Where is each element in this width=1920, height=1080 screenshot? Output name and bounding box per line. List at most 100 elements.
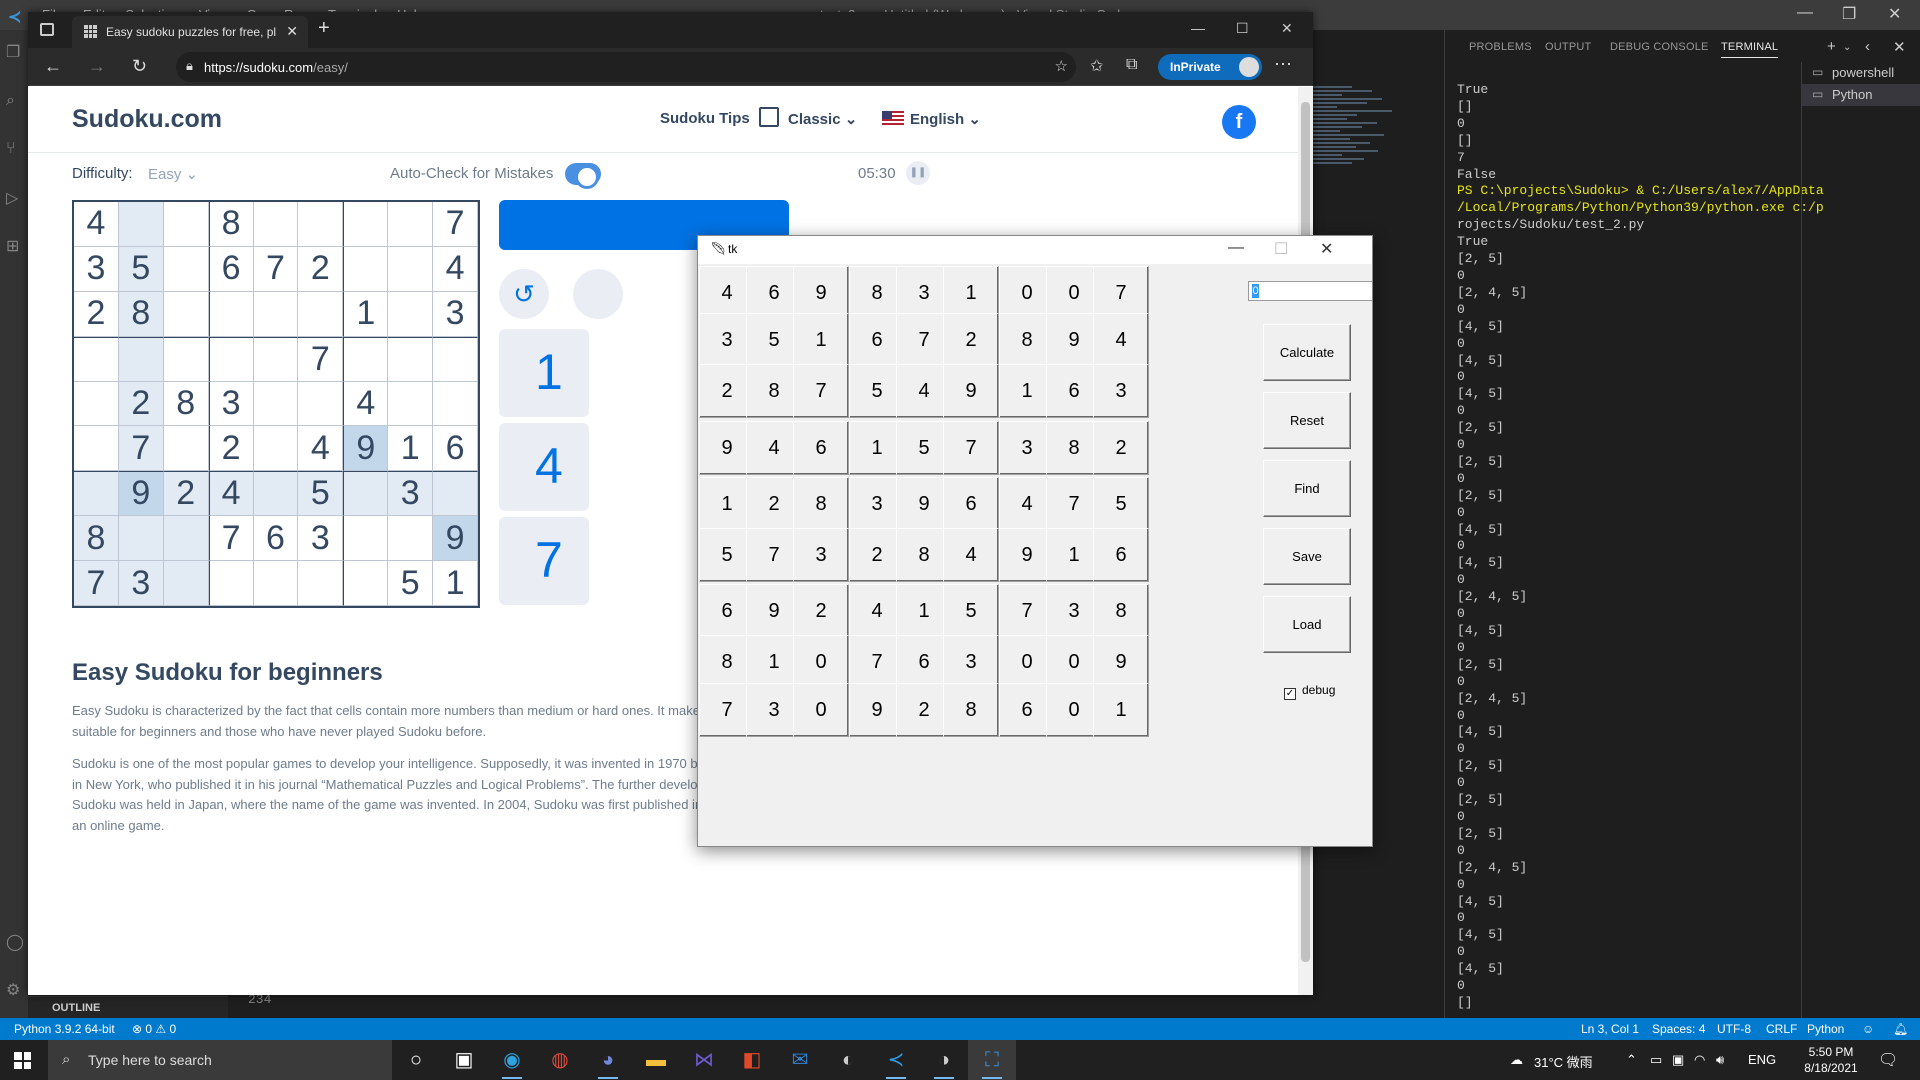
edge-icon[interactable]: ◉ — [488, 1040, 536, 1080]
sudoku-cell[interactable] — [74, 336, 119, 382]
notifications-icon[interactable]: 🗨︎ — [1878, 1050, 1898, 1070]
python-tk-icon[interactable]: ⛶ — [968, 1040, 1016, 1080]
outline-section[interactable]: OUTLINE — [28, 996, 228, 1018]
tk-cell-button[interactable]: 0 — [793, 683, 849, 737]
settings-gear-icon[interactable]: ⚙ — [6, 980, 24, 999]
save-button[interactable]: Save — [1263, 528, 1351, 585]
reset-button[interactable]: Reset — [1263, 392, 1351, 449]
clock[interactable]: 5:50 PM 8/18/2021 — [1796, 1044, 1866, 1076]
sudoku-cell[interactable]: 1 — [343, 291, 389, 337]
weather-icon[interactable]: ☁ — [1510, 1052, 1523, 1068]
sudoku-cell[interactable]: 3 — [118, 561, 164, 606]
sudoku-cell[interactable] — [343, 471, 389, 517]
sudoku-cell[interactable]: 4 — [298, 426, 344, 472]
tk-cell-button[interactable]: 1 — [943, 266, 999, 320]
python-interpreter[interactable]: Python 3.9.2 64-bit — [14, 1022, 115, 1036]
tk-cell-button[interactable]: 2 — [1093, 421, 1149, 475]
new-terminal-icon[interactable]: + — [1827, 38, 1836, 55]
tk-cell-button[interactable]: 3 — [1093, 364, 1149, 418]
account-icon[interactable]: ◯ — [6, 932, 24, 951]
tk-cell-button[interactable]: 9 — [793, 266, 849, 320]
sudoku-cell[interactable] — [388, 246, 434, 292]
sudoku-cell[interactable] — [163, 336, 209, 382]
sudoku-cell[interactable] — [343, 561, 389, 606]
sudoku-cell[interactable]: 8 — [118, 291, 164, 337]
sudoku-cell[interactable]: 3 — [298, 516, 344, 562]
collections-icon[interactable]: ⧉ — [1126, 56, 1137, 74]
sudoku-cell[interactable] — [343, 202, 389, 247]
tk-cell-button[interactable]: 9 — [1093, 635, 1149, 689]
sudoku-cell[interactable]: 2 — [118, 381, 164, 427]
tab-debug-console[interactable]: DEBUG CONSOLE — [1610, 41, 1709, 53]
load-button[interactable]: Load — [1263, 596, 1351, 653]
sudoku-cell[interactable]: 1 — [433, 561, 478, 606]
sudoku-cell[interactable]: 7 — [118, 426, 164, 472]
tk-cell-button[interactable]: 9 — [943, 364, 999, 418]
sudoku-cell[interactable]: 4 — [433, 246, 478, 292]
favorite-star-icon[interactable]: ☆ — [1055, 57, 1068, 75]
debug-checkbox[interactable]: ✓ debug — [1284, 683, 1335, 700]
vscode-icon[interactable]: ≺ — [872, 1040, 920, 1080]
sudoku-cell[interactable] — [253, 471, 299, 517]
close-tab-icon[interactable]: ✕ — [286, 23, 298, 40]
terminal-item-python[interactable]: ▭ Python — [1802, 84, 1920, 106]
close-icon[interactable]: ✕ — [1888, 4, 1901, 24]
cortana-icon[interactable]: ○ — [392, 1040, 440, 1080]
tk-cell-button[interactable]: 7 — [1093, 266, 1149, 320]
sudoku-cell[interactable] — [253, 202, 299, 247]
sudoku-cell[interactable] — [74, 426, 119, 472]
sudoku-cell[interactable] — [433, 336, 478, 382]
sudoku-cell[interactable] — [433, 381, 478, 427]
sudoku-cell[interactable]: 8 — [163, 381, 209, 427]
tk-cell-button[interactable]: 8 — [943, 683, 999, 737]
source-control-icon[interactable]: ⑂ — [6, 140, 24, 158]
sudoku-cell[interactable] — [388, 336, 434, 382]
chevron-up-icon[interactable]: ⌃ — [1626, 1052, 1637, 1068]
tray-app-icon[interactable]: ▭ — [1650, 1052, 1662, 1068]
sudoku-cell[interactable]: 6 — [208, 246, 254, 292]
sudoku-cell[interactable] — [253, 291, 299, 337]
site-logo[interactable]: Sudoku.com — [72, 105, 222, 134]
undo-icon[interactable]: ↺ — [499, 269, 549, 319]
sudoku-cell[interactable] — [163, 516, 209, 562]
wifi-icon[interactable]: ◠ — [1694, 1052, 1705, 1068]
sudoku-cell[interactable] — [74, 471, 119, 517]
sudoku-cell[interactable]: 9 — [433, 516, 478, 562]
sudoku-cell[interactable] — [253, 336, 299, 382]
tk-cell-button[interactable]: 2 — [943, 313, 999, 367]
inprivate-button[interactable]: InPrivate — [1158, 54, 1262, 80]
nav-language[interactable]: English ⌄ — [910, 110, 981, 128]
difficulty-dropdown[interactable]: Easy ⌄ — [148, 165, 198, 183]
tab-actions-icon[interactable] — [40, 23, 54, 36]
sudoku-cell[interactable]: 2 — [163, 471, 209, 517]
steam-icon[interactable]: ◐ — [824, 1040, 872, 1080]
task-view-icon[interactable]: ▣ — [440, 1040, 488, 1080]
sudoku-cell[interactable] — [208, 291, 254, 337]
browser-tab[interactable]: Easy sudoku puzzles for free, pla ✕ — [72, 16, 308, 48]
mail-icon[interactable]: ✉ — [776, 1040, 824, 1080]
sudoku-cell[interactable]: 4 — [74, 202, 119, 247]
nav-classic[interactable]: Classic ⌄ — [788, 110, 857, 128]
explorer-icon[interactable]: ❐ — [6, 42, 24, 61]
sudoku-cell[interactable] — [163, 291, 209, 337]
sudoku-cell[interactable] — [253, 561, 299, 606]
minimize-icon[interactable]: — — [1797, 4, 1813, 22]
erase-icon[interactable] — [573, 269, 623, 319]
sudoku-cell[interactable]: 9 — [343, 426, 389, 472]
sudoku-cell[interactable] — [388, 381, 434, 427]
favorites-icon[interactable]: ✩ — [1090, 56, 1103, 76]
steam-running-icon[interactable]: ◑ — [920, 1040, 968, 1080]
visual-studio-icon[interactable]: ⋈ — [680, 1040, 728, 1080]
file-explorer-icon[interactable]: ▬ — [632, 1040, 680, 1080]
terminal-output[interactable]: True[] 0[] 7 False PS C:\projects\Sudoku> & … — [1457, 82, 1824, 1012]
sudoku-cell[interactable]: 5 — [118, 246, 164, 292]
nav-sudoku-tips[interactable]: Sudoku Tips — [660, 110, 750, 127]
sudoku-cell[interactable] — [253, 426, 299, 472]
tk-cell-button[interactable]: 7 — [943, 421, 999, 475]
tk-cell-button[interactable]: 0 — [793, 635, 849, 689]
sudoku-cell[interactable] — [298, 381, 344, 427]
sudoku-cell[interactable]: 8 — [208, 202, 254, 247]
sudoku-cell[interactable] — [388, 516, 434, 562]
sudoku-cell[interactable] — [298, 561, 344, 606]
tk-cell-button[interactable]: 6 — [1093, 528, 1149, 582]
